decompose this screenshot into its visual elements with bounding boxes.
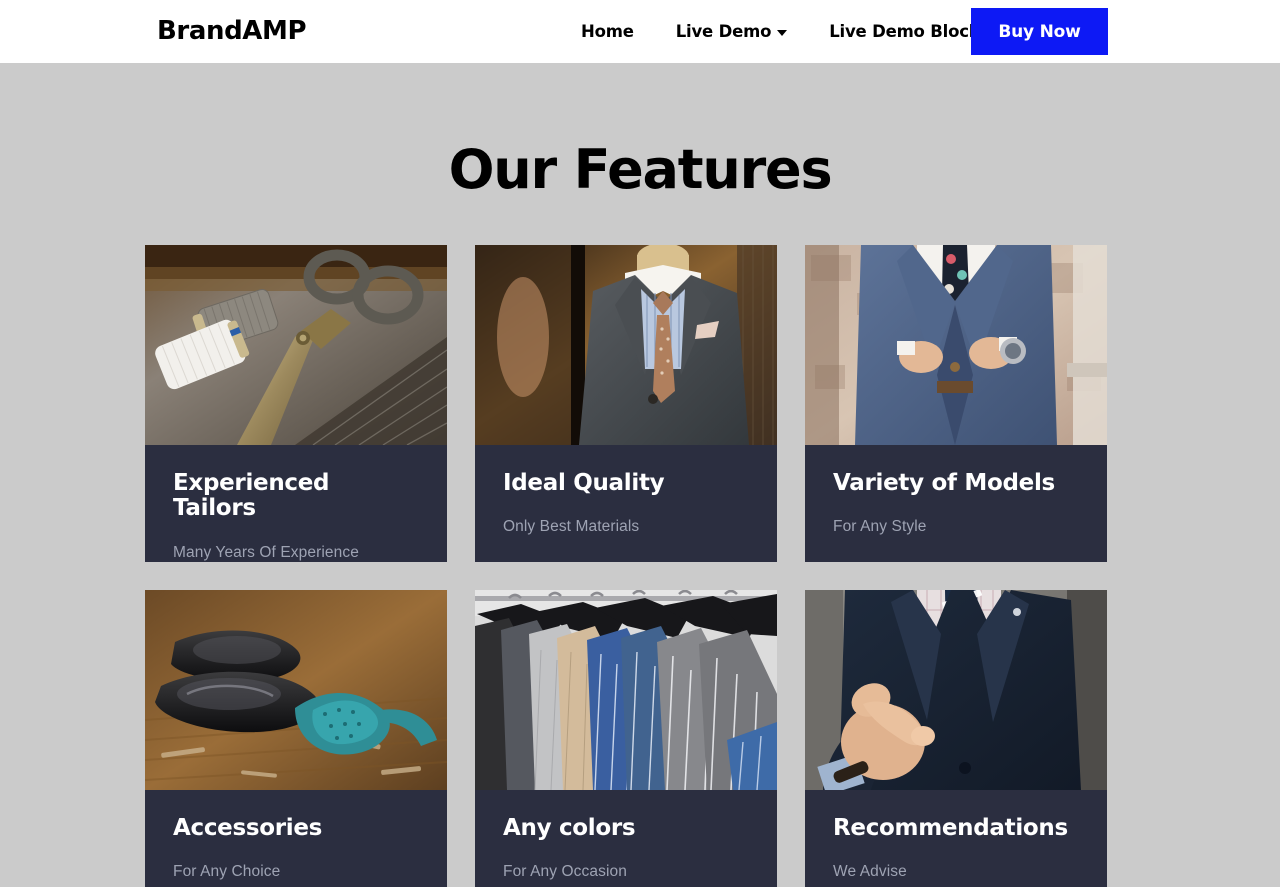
- feature-card[interactable]: Variety of Models For Any Style: [805, 245, 1107, 562]
- pointing-businessman-photo: [805, 590, 1107, 790]
- feature-card[interactable]: Recommendations We Advise: [805, 590, 1107, 887]
- feature-card[interactable]: Any colors For Any Occasion: [475, 590, 777, 887]
- feature-card-body: Any colors For Any Occasion: [475, 790, 777, 887]
- features-grid: Experienced Tailors Many Years Of Experi…: [145, 245, 1135, 887]
- feature-card-subtitle: For Any Style: [833, 518, 927, 536]
- main-navigation: Home Live Demo Live Demo Blocks: [560, 0, 1026, 63]
- feature-card-subtitle: We Advise: [833, 863, 907, 881]
- feature-card-subtitle: For Any Occasion: [503, 863, 627, 881]
- nav-item-live-demo[interactable]: Live Demo: [655, 0, 808, 63]
- nav-item-label: Live Demo: [675, 22, 772, 41]
- feature-card-title: Accessories: [173, 815, 323, 841]
- page-title: Our Features: [448, 138, 833, 201]
- feature-card-title: Experienced Tailors: [173, 470, 330, 522]
- nav-item-label: Home: [581, 22, 634, 41]
- feature-card-title: Ideal Quality: [503, 470, 665, 496]
- brand-logo[interactable]: BrandAMP: [157, 16, 307, 46]
- feature-card[interactable]: Ideal Quality Only Best Materials: [475, 245, 777, 562]
- feature-card-body: Ideal Quality Only Best Materials: [475, 445, 777, 562]
- tailor-scissors-thread-photo: [145, 245, 447, 445]
- feature-card[interactable]: Experienced Tailors Many Years Of Experi…: [145, 245, 447, 562]
- features-section: Our Features Experienced Tailors Many Ye…: [0, 63, 1280, 887]
- feature-card[interactable]: Accessories For Any Choice: [145, 590, 447, 887]
- feature-card-body: Variety of Models For Any Style: [805, 445, 1107, 562]
- nav-item-home[interactable]: Home: [560, 0, 655, 63]
- chevron-down-icon: [777, 30, 788, 36]
- feature-card-subtitle: Many Years Of Experience: [173, 543, 359, 561]
- feature-card-body: Accessories For Any Choice: [145, 790, 447, 887]
- feature-card-body: Experienced Tailors Many Years Of Experi…: [145, 445, 447, 562]
- feature-card-body: Recommendations We Advise: [805, 790, 1107, 887]
- feature-card-subtitle: For Any Choice: [173, 863, 281, 881]
- buy-now-button[interactable]: Buy Now: [971, 8, 1108, 55]
- feature-card-title: Variety of Models: [833, 470, 1055, 496]
- grey-suit-mannequin-photo: [475, 245, 777, 445]
- site-header: BrandAMP Home Live Demo Live Demo Blocks…: [0, 0, 1280, 63]
- feature-card-title: Any colors: [503, 815, 636, 841]
- feature-card-subtitle: Only Best Materials: [503, 518, 640, 536]
- feature-card-title: Recommendations: [833, 815, 1068, 841]
- suit-rack-hangers-photo: [475, 590, 777, 790]
- blue-suit-man-photo: [805, 245, 1107, 445]
- shoes-and-tie-photo: [145, 590, 447, 790]
- nav-item-label: Live Demo Blocks: [829, 22, 990, 41]
